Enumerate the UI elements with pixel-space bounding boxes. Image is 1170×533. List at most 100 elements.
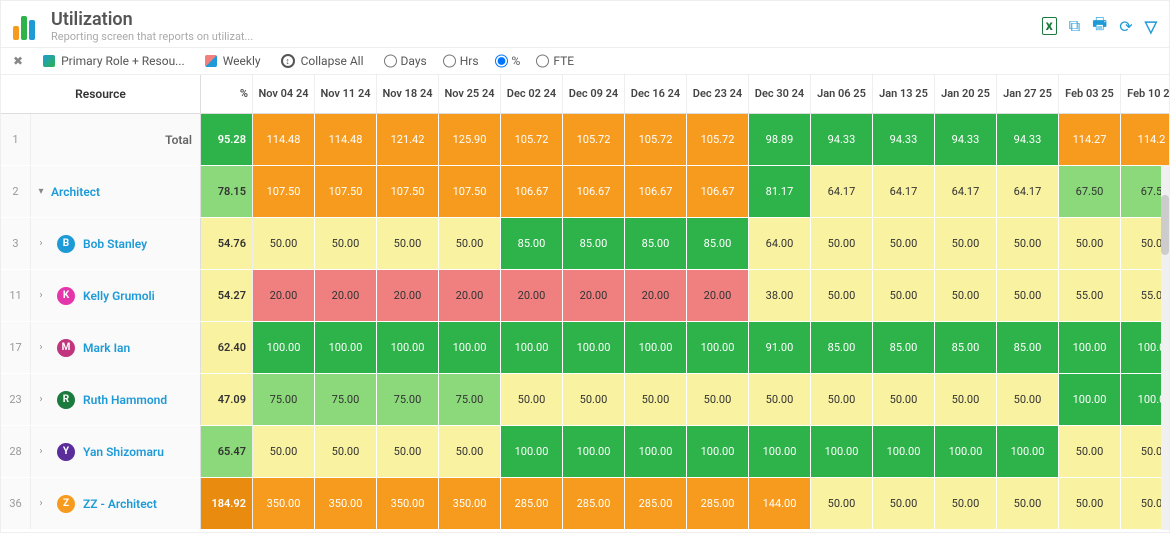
- scrollbar-thumb[interactable]: [1161, 195, 1169, 255]
- value-cell[interactable]: 107.50: [377, 166, 439, 217]
- value-cell[interactable]: 100.00: [625, 426, 687, 477]
- expand-toggle[interactable]: ›: [31, 478, 51, 529]
- value-cell[interactable]: 105.72: [501, 114, 563, 165]
- pct-cell[interactable]: 54.27: [201, 270, 253, 321]
- value-cell[interactable]: 64.17: [873, 166, 935, 217]
- value-cell[interactable]: 75.00: [439, 374, 501, 425]
- value-cell[interactable]: 100.00: [501, 426, 563, 477]
- value-cell[interactable]: 100.00: [253, 322, 315, 373]
- resource-cell[interactable]: Total: [51, 114, 201, 165]
- value-cell[interactable]: 50.00: [811, 270, 873, 321]
- value-cell[interactable]: 94.33: [873, 114, 935, 165]
- pct-cell[interactable]: 54.76: [201, 218, 253, 269]
- print-icon[interactable]: 🖶: [1092, 13, 1107, 40]
- refresh-icon[interactable]: ⟳: [1119, 17, 1132, 36]
- expand-toggle[interactable]: ▾: [31, 166, 51, 217]
- value-cell[interactable]: 64.17: [935, 166, 997, 217]
- value-cell[interactable]: 100.00: [749, 426, 811, 477]
- resource-cell[interactable]: ZZZ - Architect: [51, 478, 201, 529]
- resource-cell[interactable]: Architect: [51, 166, 201, 217]
- col-date[interactable]: Nov 11 24: [315, 75, 377, 113]
- value-cell[interactable]: 85.00: [873, 322, 935, 373]
- value-cell[interactable]: 105.72: [563, 114, 625, 165]
- value-cell[interactable]: 50.00: [811, 374, 873, 425]
- expand-toggle[interactable]: ›: [31, 322, 51, 373]
- pct-cell[interactable]: 62.40: [201, 322, 253, 373]
- value-cell[interactable]: 106.67: [687, 166, 749, 217]
- value-cell[interactable]: 20.00: [501, 270, 563, 321]
- resource-cell[interactable]: YYan Shizomaru: [51, 426, 201, 477]
- value-cell[interactable]: 144.00: [749, 478, 811, 529]
- pct-cell[interactable]: 184.92: [201, 478, 253, 529]
- collapse-all-button[interactable]: ↕ Collapse All: [281, 54, 364, 68]
- value-cell[interactable]: 91.00: [749, 322, 811, 373]
- value-cell[interactable]: 106.67: [563, 166, 625, 217]
- value-cell[interactable]: 285.00: [625, 478, 687, 529]
- col-date[interactable]: Dec 16 24: [625, 75, 687, 113]
- value-cell[interactable]: 94.33: [997, 114, 1059, 165]
- expand-toggle[interactable]: ›: [31, 270, 51, 321]
- value-cell[interactable]: 75.00: [377, 374, 439, 425]
- value-cell[interactable]: 20.00: [625, 270, 687, 321]
- radio-hrs[interactable]: Hrs: [443, 54, 479, 68]
- value-cell[interactable]: 350.00: [377, 478, 439, 529]
- value-cell[interactable]: 106.67: [625, 166, 687, 217]
- value-cell[interactable]: 50.00: [997, 270, 1059, 321]
- value-cell[interactable]: 107.50: [315, 166, 377, 217]
- value-cell[interactable]: 100.00: [1059, 322, 1121, 373]
- value-cell[interactable]: 114.48: [253, 114, 315, 165]
- value-cell[interactable]: 85.00: [997, 322, 1059, 373]
- value-cell[interactable]: 285.00: [687, 478, 749, 529]
- value-cell[interactable]: 285.00: [501, 478, 563, 529]
- expand-toggle[interactable]: ›: [31, 218, 51, 269]
- value-cell[interactable]: 100.00: [439, 322, 501, 373]
- value-cell[interactable]: 20.00: [439, 270, 501, 321]
- resource-cell[interactable]: BBob Stanley: [51, 218, 201, 269]
- value-cell[interactable]: 350.00: [439, 478, 501, 529]
- value-cell[interactable]: 98.89: [749, 114, 811, 165]
- value-cell[interactable]: 100.00: [563, 426, 625, 477]
- value-cell[interactable]: 20.00: [687, 270, 749, 321]
- value-cell[interactable]: 50.00: [811, 478, 873, 529]
- value-cell[interactable]: 50.00: [935, 270, 997, 321]
- value-cell[interactable]: 50.00: [1059, 478, 1121, 529]
- value-cell[interactable]: 285.00: [563, 478, 625, 529]
- col-pct[interactable]: %: [201, 75, 253, 113]
- col-date[interactable]: Nov 04 24: [253, 75, 315, 113]
- pct-cell[interactable]: 65.47: [201, 426, 253, 477]
- tools-icon[interactable]: ✖: [13, 54, 23, 68]
- value-cell[interactable]: 100.00: [563, 322, 625, 373]
- col-date[interactable]: Dec 30 24: [749, 75, 811, 113]
- pct-cell[interactable]: 78.15: [201, 166, 253, 217]
- value-cell[interactable]: 125.90: [439, 114, 501, 165]
- value-cell[interactable]: 50.00: [563, 374, 625, 425]
- value-cell[interactable]: 50.00: [873, 218, 935, 269]
- radio-fte[interactable]: FTE: [536, 54, 574, 68]
- value-cell[interactable]: 50.00: [997, 218, 1059, 269]
- value-cell[interactable]: 50.00: [873, 270, 935, 321]
- col-date[interactable]: Jan 20 25: [935, 75, 997, 113]
- value-cell[interactable]: 50.00: [253, 426, 315, 477]
- value-cell[interactable]: 20.00: [377, 270, 439, 321]
- value-cell[interactable]: 50.00: [501, 374, 563, 425]
- value-cell[interactable]: 100.00: [1059, 374, 1121, 425]
- value-cell[interactable]: 50.00: [377, 218, 439, 269]
- value-cell[interactable]: 100.00: [377, 322, 439, 373]
- value-cell[interactable]: 107.50: [439, 166, 501, 217]
- value-cell[interactable]: 106.67: [501, 166, 563, 217]
- value-cell[interactable]: 50.00: [253, 218, 315, 269]
- col-date[interactable]: Feb 03 25: [1059, 75, 1121, 113]
- value-cell[interactable]: 67.50: [1059, 166, 1121, 217]
- col-resource[interactable]: Resource: [1, 75, 201, 113]
- value-cell[interactable]: 50.00: [377, 426, 439, 477]
- value-cell[interactable]: 100.00: [687, 426, 749, 477]
- value-cell[interactable]: 105.72: [687, 114, 749, 165]
- expand-toggle[interactable]: ›: [31, 426, 51, 477]
- value-cell[interactable]: 20.00: [563, 270, 625, 321]
- value-cell[interactable]: 20.00: [315, 270, 377, 321]
- value-cell[interactable]: 50.00: [811, 218, 873, 269]
- col-date[interactable]: Dec 02 24: [501, 75, 563, 113]
- filter-icon[interactable]: ▽: [1145, 17, 1157, 36]
- value-cell[interactable]: 105.72: [625, 114, 687, 165]
- value-cell[interactable]: 85.00: [625, 218, 687, 269]
